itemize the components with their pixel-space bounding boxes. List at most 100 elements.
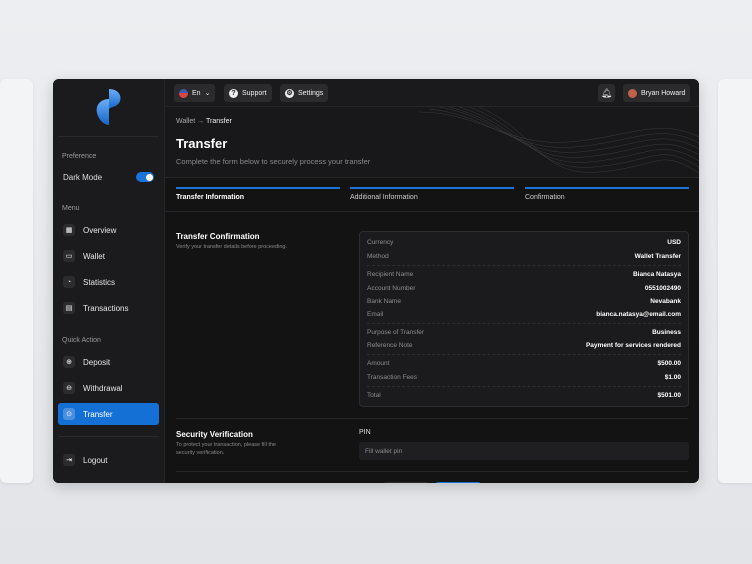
detail-label: Recipient Name <box>367 271 414 278</box>
page-title: Transfer <box>176 136 228 151</box>
back-button[interactable] <box>383 482 429 483</box>
language-select[interactable]: En ⌄ <box>174 84 216 102</box>
detail-value: $1.00 <box>664 374 681 381</box>
detail-row: Account Number 0551002490 <box>367 285 681 292</box>
sidebar-item-label: Wallet <box>83 251 105 261</box>
detail-row: Total $501.00 <box>367 392 681 399</box>
support-label: Support <box>242 89 267 97</box>
confirmation-card: Currency USD Method Wallet Transfer Recipien… <box>359 231 689 407</box>
main-content: Wallet → Transfer Transfer Complete the … <box>165 107 699 483</box>
logout-icon: ⇥ <box>63 454 75 466</box>
page-header: Wallet → Transfer Transfer Complete the … <box>165 107 699 178</box>
avatar <box>628 88 637 98</box>
detail-value: Payment for services rendered <box>585 342 681 349</box>
detail-label: Amount <box>367 360 390 367</box>
sidebar: Preference Dark Mode Menu ▦ Overview ▭ Wal… <box>53 79 165 483</box>
dashed-divider <box>367 265 681 266</box>
app-window: Preference Dark Mode Menu ▦ Overview ▭ Wal… <box>53 79 699 483</box>
detail-value: Nevabank <box>650 298 681 305</box>
support-button[interactable]: ? Support <box>224 84 272 102</box>
detail-row: Recipient Name Bianca Natasya <box>367 271 681 278</box>
breadcrumb: Wallet → Transfer <box>176 118 232 125</box>
step-additional-information[interactable]: Additional Information <box>350 187 514 201</box>
sidebar-item-label: Deposit <box>83 357 111 367</box>
divider <box>58 136 159 137</box>
grid-icon: ▦ <box>63 224 75 236</box>
user-name: Bryan Howard <box>641 89 686 97</box>
sidebar-item-label: Transactions <box>83 303 129 313</box>
security-verification-title: Security Verification <box>176 430 253 439</box>
chevron-down-icon: ⌄ <box>204 90 211 97</box>
sidebar-item-overview[interactable]: ▦ Overview <box>58 219 159 241</box>
wave-decoration <box>419 107 699 174</box>
logo-icon <box>96 89 121 125</box>
detail-row: Amount $500.00 <box>367 360 681 367</box>
detail-value: bianca.natasya@email.com <box>596 311 681 318</box>
dashed-divider <box>367 354 681 355</box>
help-icon: ? <box>229 88 238 98</box>
divider <box>176 418 688 419</box>
sidebar-item-label: Transfer <box>83 409 113 419</box>
detail-label: Currency <box>367 239 394 246</box>
sidebar-item-wallet[interactable]: ▭ Wallet <box>58 245 159 267</box>
dashed-divider <box>367 386 681 387</box>
download-circle-icon: ⊖ <box>63 382 75 394</box>
detail-value: Wallet Transfer <box>634 253 681 260</box>
menu-label: Menu <box>62 205 80 212</box>
detail-value: Bianca Natasya <box>632 271 681 278</box>
sidebar-item-label: Withdrawal <box>83 383 123 393</box>
logout-label: Logout <box>83 455 108 465</box>
user-menu[interactable]: Bryan Howard <box>623 84 691 102</box>
step-confirmation[interactable]: Confirmation <box>525 187 689 201</box>
sidebar-item-deposit[interactable]: ⊕ Deposit <box>58 351 159 373</box>
detail-label: Account Number <box>367 285 416 292</box>
step-transfer-information[interactable]: Transfer Information <box>176 187 340 201</box>
background-card-left <box>0 79 33 483</box>
breadcrumb-transfer: Transfer <box>205 118 232 125</box>
logout-button[interactable]: ⇥ Logout <box>58 449 159 471</box>
language-value: En <box>192 89 201 97</box>
detail-value: USD <box>667 239 681 246</box>
transfer-confirmation-title: Transfer Confirmation <box>176 232 260 241</box>
detail-row: Bank Name Nevabank <box>367 298 681 305</box>
us-flag-icon <box>179 88 188 98</box>
detail-label: Method <box>367 253 389 260</box>
detail-row: Currency USD <box>367 239 681 246</box>
gear-icon: ⚙ <box>285 88 294 98</box>
settings-label: Settings <box>298 89 324 97</box>
pie-chart-icon: ◔ <box>63 276 75 288</box>
detail-label: Bank Name <box>367 298 401 305</box>
breadcrumb-wallet[interactable]: Wallet <box>176 118 195 125</box>
page-subtitle: Complete the form below to securely proc… <box>176 157 371 166</box>
divider <box>176 471 688 472</box>
sidebar-item-label: Overview <box>83 225 117 235</box>
sidebar-item-transactions[interactable]: ▤ Transactions <box>58 297 159 319</box>
notifications-button[interactable]: 🔔︎ <box>598 84 615 102</box>
sidebar-item-statistics[interactable]: ◔ Statistics <box>58 271 159 293</box>
sidebar-item-transfer[interactable]: ⊙ Transfer <box>58 403 159 425</box>
detail-label: Purpose of Transfer <box>367 329 425 336</box>
topbar: En ⌄ ? Support ⚙ Settings 🔔︎ Bryan Howard <box>165 79 699 107</box>
detail-label: Total <box>367 392 381 399</box>
detail-row: Email bianca.natasya@email.com <box>367 311 681 318</box>
plus-circle-icon: ⊕ <box>63 356 75 368</box>
transfer-confirmation-desc: Verify your transfer details before proc… <box>176 244 287 250</box>
detail-row: Reference Note Payment for services rende… <box>367 342 681 349</box>
preference-label: Preference <box>62 153 97 160</box>
dashed-divider <box>367 323 681 324</box>
continue-button[interactable] <box>435 482 481 483</box>
transfer-icon: ⊙ <box>63 408 75 420</box>
sidebar-item-withdrawal[interactable]: ⊖ Withdrawal <box>58 377 159 399</box>
background-card-right <box>718 79 752 483</box>
settings-button[interactable]: ⚙ Settings <box>280 84 329 102</box>
detail-row: Method Wallet Transfer <box>367 253 681 260</box>
pin-input[interactable] <box>359 442 689 460</box>
dark-mode-toggle[interactable] <box>136 172 154 182</box>
detail-value: $500.00 <box>657 360 682 367</box>
detail-label: Reference Note <box>367 342 413 349</box>
sidebar-item-label: Statistics <box>83 277 116 287</box>
dark-mode-label: Dark Mode <box>63 173 103 182</box>
document-icon: ▤ <box>63 302 75 314</box>
arrow-right-icon: → <box>197 118 205 125</box>
quick-action-label: Quick Action <box>62 337 101 344</box>
